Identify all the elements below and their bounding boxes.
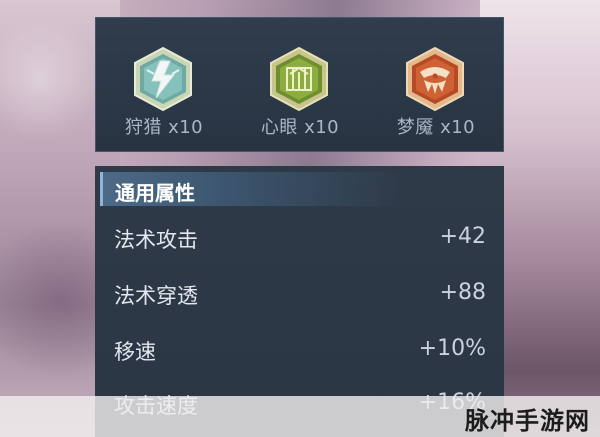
- section-header: 通用属性: [100, 172, 403, 206]
- attribute-name: 移速: [114, 340, 156, 364]
- rune-item-mind-eye[interactable]: 心眼 x10: [232, 18, 368, 153]
- nightmare-rune-icon: [406, 46, 464, 112]
- attribute-name: 法术穿透: [114, 284, 198, 308]
- rune-name: 心眼: [260, 117, 298, 138]
- site-watermark: 脉冲手游网: [465, 407, 590, 435]
- attribute-row: 移速 +10%: [95, 330, 504, 370]
- leaf-rune-icon: [270, 46, 328, 112]
- rune-item-nightmare[interactable]: 梦魇 x10: [368, 18, 504, 153]
- rune-name: 狩猎: [124, 117, 162, 138]
- attribute-row: 法术穿透 +88: [95, 274, 504, 314]
- rune-count: x10: [168, 117, 204, 138]
- rune-summary-panel: 狩猎 x10 心眼 x10 梦魇 x10: [95, 17, 504, 152]
- attribute-row: 法术攻击 +42: [95, 218, 504, 258]
- attribute-value: +42: [439, 224, 486, 249]
- attribute-name: 法术攻击: [114, 228, 198, 252]
- rune-name: 梦魇: [396, 117, 434, 138]
- rune-count: x10: [304, 117, 340, 138]
- rune-count: x10: [440, 117, 476, 138]
- section-title: 通用属性: [115, 181, 195, 205]
- lightning-rune-icon: [134, 46, 192, 112]
- rune-item-hunting[interactable]: 狩猎 x10: [96, 18, 232, 153]
- attribute-value: +88: [439, 280, 486, 305]
- attribute-value: +10%: [418, 336, 486, 361]
